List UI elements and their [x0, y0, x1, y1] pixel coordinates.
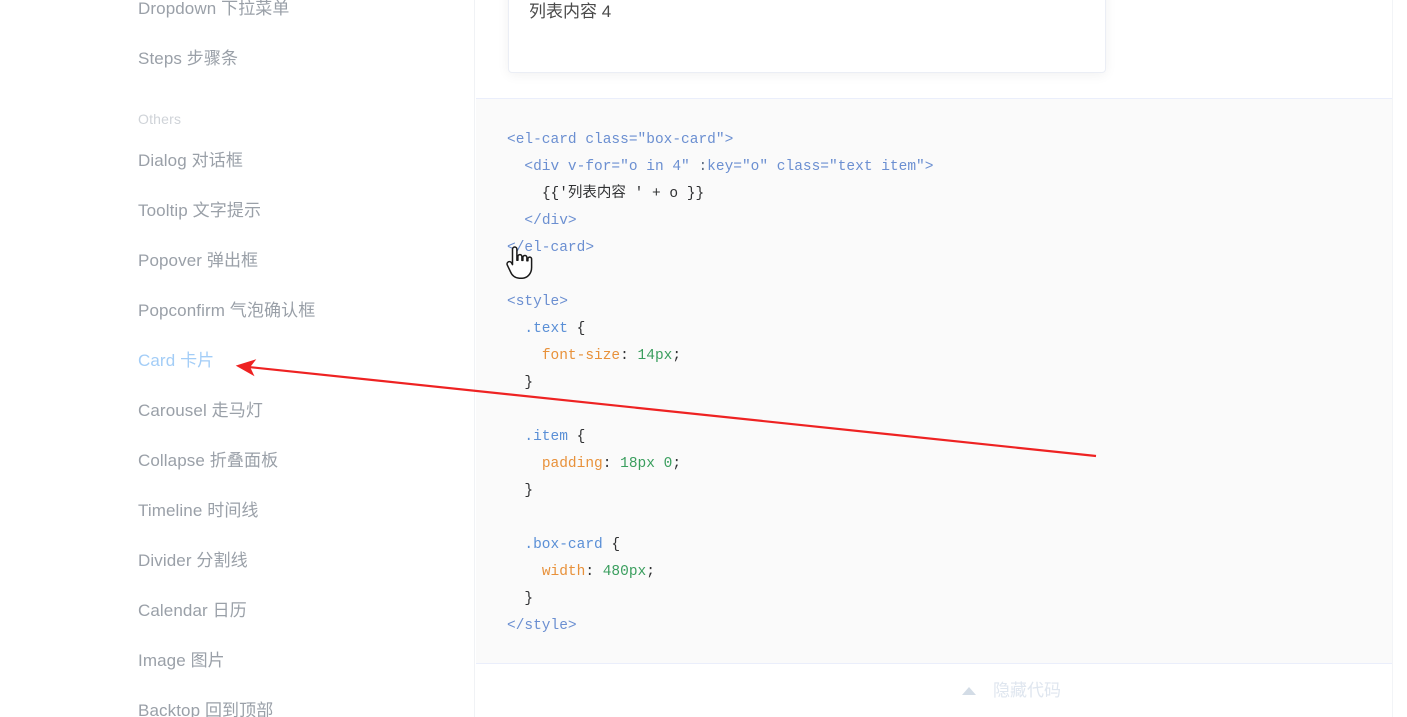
demo-card: 列表内容 4 [508, 0, 1106, 73]
sidebar-item-timeline[interactable]: Timeline 时间线 [138, 500, 259, 522]
sidebar-item-dialog[interactable]: Dialog 对话框 [138, 150, 243, 172]
sidebar-item-calendar[interactable]: Calendar 日历 [138, 600, 247, 622]
hide-code-label: 隐藏代码 [993, 681, 1061, 700]
sidebar-item-tooltip[interactable]: Tooltip 文字提示 [138, 200, 261, 222]
code-block[interactable]: <el-card class="box-card"> <div v-for="o… [476, 98, 1392, 663]
sidebar-item-card[interactable]: Card 卡片 [138, 350, 214, 372]
caret-up-icon [962, 687, 976, 695]
sidebar-item-popover[interactable]: Popover 弹出框 [138, 250, 258, 272]
demo-card-list-item: 列表内容 4 [529, 2, 612, 21]
component-docs-page: Others Dropdown 下拉菜单 Steps 步骤条 Dialog 对话框 To… [0, 0, 1407, 717]
sidebar-item-carousel[interactable]: Carousel 走马灯 [138, 400, 263, 422]
code-toggle-footer: 隐藏代码 [476, 663, 1392, 717]
sidebar-group-label: Others [138, 111, 182, 127]
main-content: 列表内容 4 <el-card class="box-card"> <div v… [476, 0, 1407, 717]
sidebar-item-image[interactable]: Image 图片 [138, 650, 225, 672]
demo-preview-area: 列表内容 4 [476, 0, 1407, 98]
sidebar-item-divider[interactable]: Divider 分割线 [138, 550, 248, 572]
hide-code-button[interactable]: 隐藏代码 [962, 680, 1061, 702]
sidebar-item-popconfirm[interactable]: Popconfirm 气泡确认框 [138, 300, 315, 322]
sidebar-item-collapse[interactable]: Collapse 折叠面板 [138, 450, 278, 472]
sidebar-item-dropdown[interactable]: Dropdown 下拉菜单 [138, 0, 290, 20]
sidebar-item-steps[interactable]: Steps 步骤条 [138, 48, 238, 70]
page-right-edge [1392, 0, 1407, 717]
sidebar-item-backtop[interactable]: Backtop 回到顶部 [138, 700, 273, 717]
sidebar-nav: Others Dropdown 下拉菜单 Steps 步骤条 Dialog 对话框 To… [0, 0, 475, 717]
code-source[interactable]: <el-card class="box-card"> <div v-for="o… [476, 99, 933, 640]
